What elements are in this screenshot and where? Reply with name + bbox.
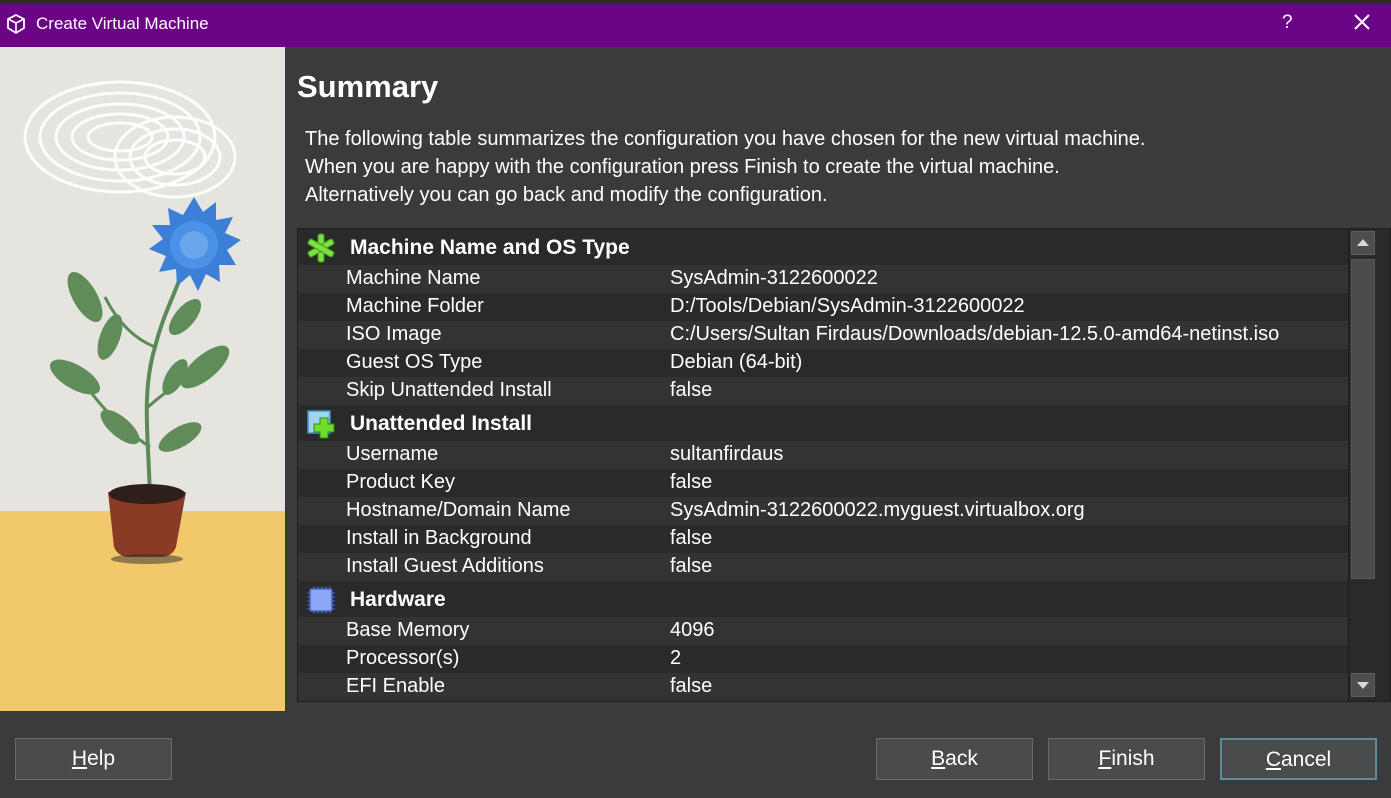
row-key: Install in Background [346, 527, 532, 549]
summary-page: Summary The following table summarizes t… [285, 47, 1391, 711]
summary-row[interactable]: Hostname/Domain Name SysAdmin-3122600022.… [298, 497, 1348, 525]
row-key: Base Memory [346, 619, 470, 641]
row-value: false [670, 527, 713, 549]
triangle-up-icon [1357, 239, 1369, 246]
summary-row[interactable]: ISO Image C:/Users/Sultan Firdaus/Downloa… [298, 321, 1348, 349]
help-label-rest: elp [87, 747, 116, 770]
row-key: Machine Folder [346, 295, 484, 317]
chip-icon [307, 586, 335, 614]
title-bar: Create Virtual Machine ? [0, 0, 1391, 47]
finish-mnemonic: F [1098, 747, 1112, 770]
row-key: Skip Unattended Install [346, 379, 552, 401]
row-key: EFI Enable [346, 675, 445, 697]
summary-row[interactable]: EFI Enable false [298, 673, 1348, 701]
scroll-down-button[interactable] [1351, 673, 1375, 697]
cancel-mnemonic: C [1265, 748, 1281, 771]
row-key: ISO Image [346, 323, 442, 345]
row-value: false [670, 379, 713, 401]
row-value: sultanfirdaus [670, 443, 784, 465]
row-key: Hostname/Domain Name [346, 499, 571, 521]
finish-label-rest: inish [1111, 747, 1155, 770]
taskbar-strip [0, 0, 1391, 3]
install-plus-icon [307, 410, 335, 439]
cancel-button[interactable]: Cancel [1220, 738, 1377, 780]
section-unattended-install[interactable]: Unattended Install [298, 405, 1348, 441]
summary-row[interactable]: Guest OS Type Debian (64-bit) [298, 349, 1348, 377]
section-title: Hardware [350, 588, 446, 611]
section-machine-name-os-type[interactable]: Machine Name and OS Type [298, 229, 1348, 265]
section-hardware[interactable]: Hardware [298, 581, 1348, 617]
triangle-down-icon [1357, 682, 1369, 689]
row-key: Machine Name [346, 267, 481, 289]
row-value: C:/Users/Sultan Firdaus/Downloads/debian… [670, 323, 1280, 345]
description-line: The following table summarizes the confi… [305, 128, 1146, 150]
page-title: Summary [297, 69, 439, 104]
row-key: Guest OS Type [346, 351, 483, 373]
dialog-footer: Help Back Finish Cancel [0, 711, 1391, 798]
row-value: false [670, 555, 713, 577]
cancel-label-rest: ancel [1280, 748, 1332, 771]
virtualbox-icon [7, 13, 25, 35]
scroll-up-button[interactable] [1351, 231, 1375, 255]
summary-row[interactable]: Processor(s) 2 [298, 645, 1348, 673]
summary-rows: Machine Name and OS Type Machine Name Sys… [298, 229, 1348, 701]
summary-row[interactable]: Username sultanfirdaus [298, 441, 1348, 469]
vertical-scrollbar[interactable] [1348, 229, 1377, 701]
description-line: When you are happy with the configuratio… [305, 156, 1060, 178]
summary-row[interactable]: Install Guest Additions false [298, 553, 1348, 581]
row-value: false [670, 471, 713, 493]
page-description: The following table summarizes the confi… [305, 125, 1145, 209]
green-asterisk-icon [307, 233, 335, 263]
row-value: 4096 [670, 619, 715, 641]
summary-row[interactable]: Install in Background false [298, 525, 1348, 553]
row-key: Install Guest Additions [346, 555, 544, 577]
row-value: SysAdmin-3122600022.myguest.virtualbox.o… [670, 499, 1085, 521]
summary-tree[interactable]: Machine Name and OS Type Machine Name Sys… [297, 228, 1391, 702]
help-mnemonic: H [71, 747, 88, 770]
summary-row[interactable]: Machine Name SysAdmin-3122600022 [298, 265, 1348, 293]
summary-row[interactable]: Machine Folder D:/Tools/Debian/SysAdmin-3… [298, 293, 1348, 321]
help-icon[interactable]: ? [1282, 12, 1293, 34]
row-value: false [670, 675, 713, 697]
window-title: Create Virtual Machine [36, 14, 209, 33]
row-key: Username [346, 443, 439, 465]
close-icon[interactable] [1350, 10, 1374, 34]
scroll-thumb[interactable] [1351, 259, 1375, 579]
finish-button[interactable]: Finish [1048, 738, 1205, 780]
description-line: Alternatively you can go back and modify… [305, 184, 828, 206]
summary-row[interactable]: Skip Unattended Install false [298, 377, 1348, 405]
summary-row[interactable]: Base Memory 4096 [298, 617, 1348, 645]
summary-row[interactable]: Product Key false [298, 469, 1348, 497]
section-title: Unattended Install [350, 412, 533, 435]
row-value: SysAdmin-3122600022 [670, 267, 878, 289]
back-label-rest: ack [945, 747, 978, 770]
row-key: Processor(s) [346, 647, 460, 669]
row-key: Product Key [346, 471, 455, 493]
back-mnemonic: B [931, 747, 946, 770]
section-title: Machine Name and OS Type [350, 236, 630, 259]
row-value: D:/Tools/Debian/SysAdmin-3122600022 [670, 295, 1025, 317]
help-button[interactable]: Help [15, 738, 172, 780]
wizard-illustration [0, 47, 285, 711]
back-button[interactable]: Back [876, 738, 1033, 780]
row-value: Debian (64-bit) [670, 351, 803, 373]
row-value: 2 [670, 647, 682, 669]
